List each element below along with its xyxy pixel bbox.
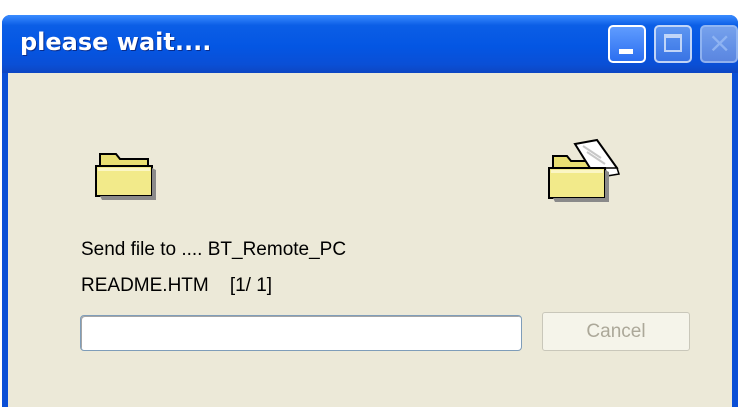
folder-icon [95, 153, 156, 200]
cancel-button[interactable]: Cancel [542, 312, 690, 351]
file-progress-text: README.HTM [1/ 1] [81, 275, 273, 296]
window-title: please wait.... [20, 28, 212, 56]
title-bar[interactable]: please wait.... × [2, 15, 738, 73]
open-folder-with-document-icon [548, 138, 620, 202]
minimize-icon [619, 49, 633, 54]
dialog-client-area: Send file to .... BT_Remote_PC README.HT… [8, 73, 732, 407]
close-icon: × [708, 26, 732, 59]
progress-bar [80, 315, 522, 351]
close-button[interactable]: × [700, 25, 738, 63]
status-text: Send file to .... BT_Remote_PC [81, 239, 347, 260]
maximize-icon [664, 34, 682, 52]
minimize-button[interactable] [608, 25, 646, 63]
progress-dialog: please wait.... × Send file to .... BT_R… [2, 15, 738, 407]
maximize-button[interactable] [654, 25, 692, 63]
